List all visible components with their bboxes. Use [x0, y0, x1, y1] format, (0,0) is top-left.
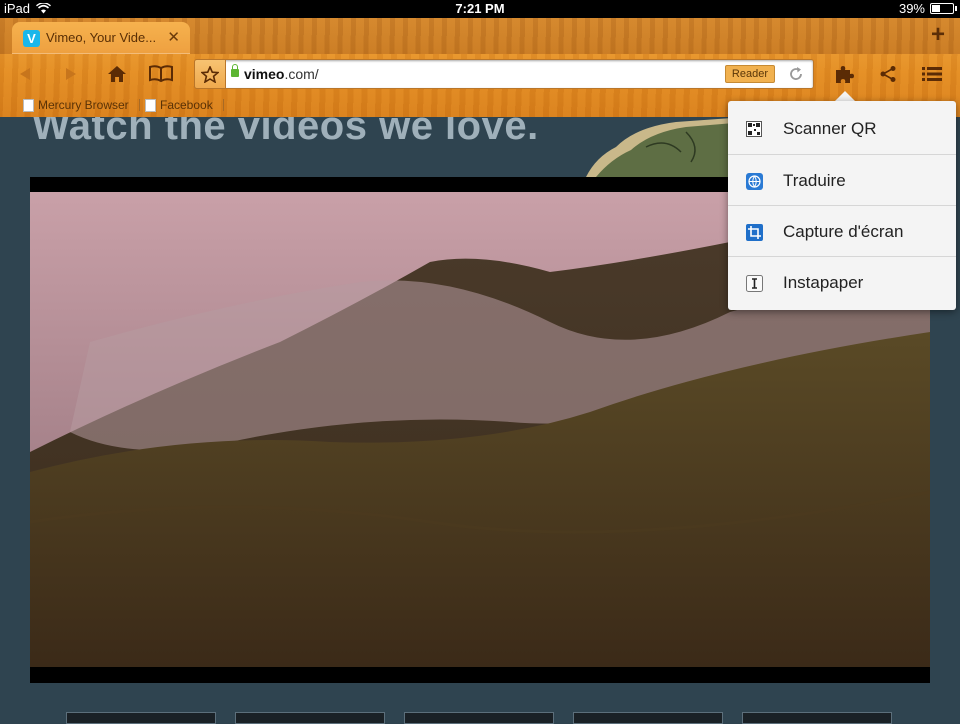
back-button[interactable]: [10, 60, 40, 88]
lock-icon: [231, 64, 239, 77]
share-button[interactable]: [873, 60, 903, 88]
menu-item-scanner-qr[interactable]: Scanner QR: [728, 103, 956, 154]
address-bar[interactable]: vimeo.com/ Reader: [194, 59, 814, 89]
url-text: vimeo.com/: [244, 66, 319, 82]
video-thumbnail[interactable]: [235, 712, 385, 724]
menu-item-label: Scanner QR: [783, 119, 877, 138]
menu-item-traduire[interactable]: Traduire: [728, 154, 956, 206]
video-thumbnail[interactable]: [66, 712, 216, 724]
forward-button[interactable]: [56, 60, 86, 88]
bookmarks-button[interactable]: [146, 60, 176, 88]
extensions-button[interactable]: [829, 60, 859, 88]
bookmark-separator: [138, 99, 140, 111]
tab-title: Vimeo, Your Vide...: [46, 30, 157, 45]
page-icon: [145, 98, 156, 112]
add-bookmark-button[interactable]: [194, 59, 226, 89]
bookmark-facebook[interactable]: Facebook: [145, 98, 224, 112]
new-tab-button[interactable]: +: [924, 22, 952, 50]
star-icon: [201, 65, 219, 83]
bookmark-label: Mercury Browser: [38, 98, 129, 112]
tab-vimeo[interactable]: V Vimeo, Your Vide... ✕: [12, 22, 190, 54]
menu-pointer: [835, 91, 855, 101]
menu-item-instapaper[interactable]: Instapaper: [728, 256, 956, 308]
home-button[interactable]: [102, 60, 132, 88]
video-thumbnail-strip: [0, 712, 960, 724]
reader-button[interactable]: Reader: [724, 65, 775, 83]
reload-icon[interactable]: [787, 65, 805, 83]
qr-code-icon: [745, 120, 763, 138]
vimeo-favicon-icon: V: [23, 30, 40, 47]
back-arrow-icon: [20, 68, 30, 80]
video-thumbnail[interactable]: [742, 712, 892, 724]
forward-arrow-icon: [66, 68, 76, 80]
bookmark-separator: [222, 99, 224, 111]
puzzle-piece-icon: [836, 66, 854, 83]
instapaper-icon: [745, 274, 763, 292]
close-tab-icon[interactable]: ✕: [167, 28, 180, 46]
menu-button[interactable]: [917, 60, 947, 88]
navigation-toolbar: vimeo.com/ Reader: [0, 54, 960, 94]
home-icon: [108, 66, 126, 82]
menu-item-label: Instapaper: [783, 273, 864, 292]
bookmark-label: Facebook: [160, 98, 213, 112]
mountain-illustration: [586, 117, 746, 177]
extensions-menu: Scanner QR Traduire Capture d'écran Inst…: [728, 101, 956, 310]
status-bar: iPad 7:21 PM 39%: [0, 0, 960, 18]
crop-icon: [745, 223, 763, 241]
share-icon: [880, 66, 896, 82]
bookmark-mercury-browser[interactable]: Mercury Browser: [23, 98, 140, 112]
menu-item-label: Capture d'écran: [783, 222, 904, 241]
tab-bar: V Vimeo, Your Vide... ✕ +: [0, 18, 960, 54]
battery-percent: 39%: [898, 1, 925, 16]
video-thumbnail[interactable]: [404, 712, 554, 724]
video-thumbnail[interactable]: [573, 712, 723, 724]
clock: 7:21 PM: [455, 1, 505, 16]
battery-icon: [930, 3, 957, 14]
globe-icon: [745, 172, 763, 190]
menu-item-label: Traduire: [783, 171, 846, 190]
open-book-icon: [149, 65, 173, 83]
list-menu-icon: [922, 67, 942, 81]
menu-item-capture-ecran[interactable]: Capture d'écran: [728, 205, 956, 257]
page-icon: [23, 98, 34, 112]
